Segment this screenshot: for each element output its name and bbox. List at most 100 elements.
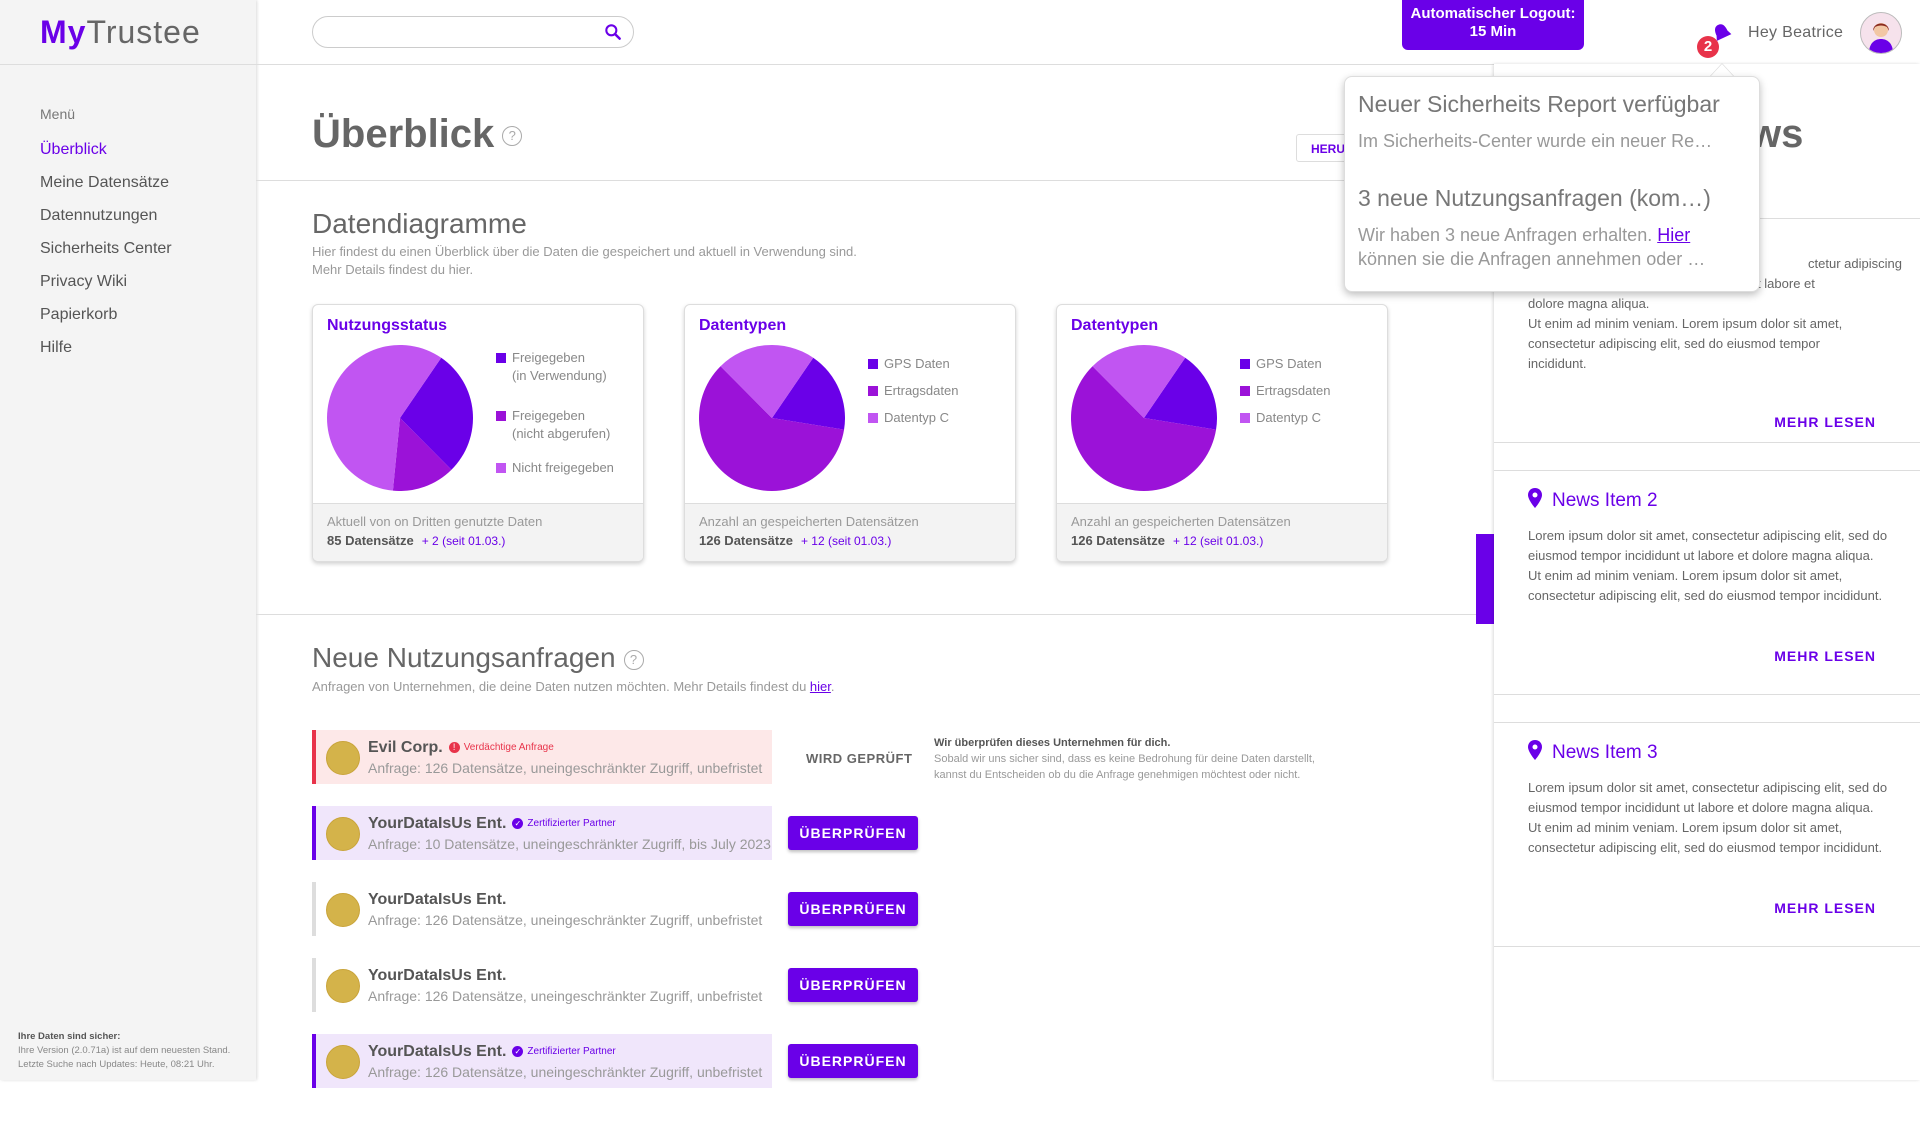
request-description: Anfrage: 10 Datensätze, uneingeschränkte… — [368, 836, 771, 852]
card-footer: Anzahl an gespeicherten Datensätzen 126 … — [685, 503, 1015, 561]
sidebar: MyTrustee Menü Überblick Meine Datensätz… — [0, 0, 256, 1080]
legend-swatch — [1240, 413, 1250, 423]
sidebar-item-datennutzungen[interactable]: Datennutzungen — [40, 206, 172, 239]
divider — [1494, 946, 1920, 947]
record-count: 126 Datensätze — [699, 533, 793, 548]
page-title: Überblick? — [312, 112, 523, 157]
sidebar-item-ueberblick[interactable]: Überblick — [40, 140, 172, 173]
review-button[interactable]: ÜBERPRÜFEN — [788, 892, 918, 926]
help-icon[interactable]: ? — [502, 126, 523, 147]
auto-logout-timer[interactable]: Automatischer Logout: 15 Min — [1402, 0, 1584, 50]
notification-title[interactable]: Neuer Sicherheits Report verfügbar — [1358, 91, 1720, 118]
request-row[interactable]: YourDataIsUs Ent. Anfrage: 126 Datensätz… — [312, 958, 772, 1012]
request-row[interactable]: YourDataIsUs Ent. Anfrage: 126 Datensätz… — [312, 882, 772, 936]
notification-link[interactable]: Hier — [1657, 225, 1690, 245]
record-delta: + 12 (seit 01.03.) — [1172, 534, 1264, 548]
card-footer: Anzahl an gespeicherten Datensätzen 126 … — [1057, 503, 1387, 561]
record-delta: + 2 (seit 01.03.) — [421, 534, 506, 548]
chart-legend: GPS Daten Ertragsdaten Datentyp C — [868, 355, 958, 427]
location-pin-icon — [1528, 740, 1542, 760]
legend-item: GPS Daten — [1240, 355, 1330, 373]
diagrams-description: Hier findest du einen Überblick über die… — [312, 244, 857, 259]
diagrams-more-details: Mehr Details findest du hier. — [312, 262, 474, 277]
card-title: Nutzungsstatus — [327, 317, 447, 334]
verified-badge-icon: ✓ — [512, 818, 524, 830]
auto-logout-time: 15 Min — [1469, 23, 1517, 40]
chart-legend: Freigegeben (in Verwendung) Freigegeben (n… — [496, 345, 614, 477]
user-avatar-icon — [1861, 13, 1901, 53]
chart-card-datentypen: Datentypen GPS Daten Ertragsdaten Datent… — [684, 304, 1016, 562]
company-logo — [326, 969, 360, 1003]
version-status-line: Ihre Version (2.0.71a) ist auf dem neues… — [18, 1045, 231, 1056]
verified-badge-icon: ✓ — [512, 1046, 524, 1058]
section-title-requests: Neue Nutzungsanfragen? — [312, 642, 644, 674]
company-name: YourDataIsUs Ent. — [368, 891, 507, 908]
legend-item: Ertragsdaten — [868, 382, 958, 400]
legend-label: Ertragsdaten — [884, 383, 959, 398]
news-item-text: Lorem ipsum dolor sit amet, consectetur … — [1528, 780, 1888, 855]
request-row[interactable]: Evil Corp.! Verdächtige Anfrage Anfrage: … — [312, 730, 772, 784]
record-count: 126 Datensätze — [1071, 533, 1165, 548]
review-button[interactable]: ÜBERPRÜFEN — [788, 816, 918, 850]
request-row[interactable]: YourDataIsUs Ent. ✓ Zertifizierter Partner… — [312, 806, 772, 860]
sidebar-item-sicherheits-center[interactable]: Sicherheits Center — [40, 239, 172, 272]
app-logo[interactable]: MyTrustee — [40, 14, 201, 51]
warning-tag: ! Verdächtige Anfrage — [448, 742, 554, 754]
legend-item: Datentyp C — [868, 409, 958, 427]
checking-status: WIRD GEPRÜFT — [806, 751, 913, 766]
record-delta: + 12 (seit 01.03.) — [800, 534, 892, 548]
request-description: Anfrage: 126 Datensätze, uneingeschränkt… — [368, 1064, 763, 1080]
legend-label: Freigegeben — [512, 350, 585, 365]
card-footer-value: 126 Datensätze + 12 (seit 01.03.) — [699, 533, 891, 548]
search-icon[interactable] — [603, 22, 623, 42]
legend-item: GPS Daten — [868, 355, 958, 373]
divider — [1494, 722, 1920, 723]
news-item-title[interactable]: News Item 3 — [1528, 740, 1658, 764]
sidebar-item-privacy-wiki[interactable]: Privacy Wiki — [40, 272, 172, 305]
location-pin-icon — [1528, 488, 1542, 508]
help-icon[interactable]: ? — [623, 649, 644, 670]
company-logo — [326, 1045, 360, 1079]
panel-toggle-tab[interactable] — [1476, 534, 1494, 624]
alert-icon: ! — [448, 742, 460, 754]
sidebar-item-papierkorb[interactable]: Papierkorb — [40, 305, 172, 338]
card-title: Datentypen — [1071, 317, 1159, 334]
card-footer: Aktuell von on Dritten genutzte Daten 85… — [313, 503, 643, 561]
legend-item: Freigegeben (in Verwendung) — [496, 349, 614, 385]
card-footer-value: 126 Datensätze + 12 (seit 01.03.) — [1071, 533, 1263, 548]
section-subtitle-diagrams: Hier findest du einen Überblick über die… — [312, 243, 857, 279]
news-item-title[interactable]: News Item 2 — [1528, 488, 1658, 512]
version-status-title: Ihre Daten sind sicher: — [18, 1031, 121, 1042]
sidebar-item-hilfe[interactable]: Hilfe — [40, 338, 172, 371]
auto-logout-label: Automatischer Logout: — [1410, 5, 1576, 22]
legend-item: Freigegeben (nicht abgerufen) — [496, 407, 614, 443]
divider — [256, 614, 1494, 615]
request-row[interactable]: YourDataIsUs Ent. ✓ Zertifizierter Partner… — [312, 1034, 772, 1088]
search-input[interactable] — [312, 16, 634, 48]
legend-swatch — [868, 359, 878, 369]
sidebar-item-meine-datensaetze[interactable]: Meine Datensätze — [40, 173, 172, 206]
read-more-link[interactable]: MEHR LESEN — [1774, 648, 1876, 664]
certified-tag: ✓ Zertifizierter Partner — [512, 818, 616, 830]
sidebar-menu: Überblick Meine Datensätze Datennutzunge… — [40, 140, 172, 371]
section-subtitle-requests: Anfragen von Unternehmen, die deine Date… — [312, 679, 835, 694]
pie-chart — [1071, 345, 1217, 491]
legend-swatch — [496, 463, 506, 473]
pie-chart — [327, 345, 473, 491]
section-title-diagrams: Datendiagramme — [312, 208, 527, 239]
read-more-link[interactable]: MEHR LESEN — [1774, 414, 1876, 430]
read-more-link[interactable]: MEHR LESEN — [1774, 900, 1876, 916]
review-button[interactable]: ÜBERPRÜFEN — [788, 968, 918, 1002]
legend-label: Nicht freigegeben — [512, 460, 614, 475]
details-link[interactable]: hier — [810, 679, 831, 694]
legend-swatch — [496, 353, 506, 363]
divider — [1494, 470, 1920, 471]
legend-item: Datentyp C — [1240, 409, 1330, 427]
chart-legend: GPS Daten Ertragsdaten Datentyp C — [1240, 355, 1330, 427]
notification-count-badge: 2 — [1697, 36, 1719, 58]
card-footer-value: 85 Datensätze + 2 (seit 01.03.) — [327, 533, 505, 548]
avatar[interactable] — [1860, 12, 1902, 54]
review-button[interactable]: ÜBERPRÜFEN — [788, 1044, 918, 1078]
notification-title[interactable]: 3 neue Nutzungsanfragen (kom…) — [1358, 185, 1711, 212]
request-description: Anfrage: 126 Datensätze, uneingeschränkt… — [368, 912, 763, 928]
